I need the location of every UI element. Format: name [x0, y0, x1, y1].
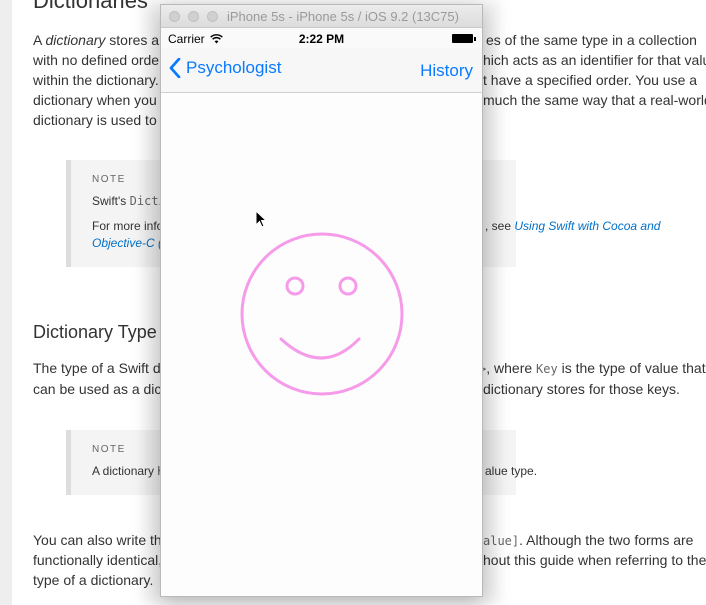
smiley-face-icon	[240, 232, 404, 396]
type-line-1-right: >, where Key is the type of value that	[479, 360, 706, 376]
section-heading-dictionaries: Dictionaries	[33, 0, 148, 13]
window-title: iPhone 5s - iPhone 5s / iOS 9.2 (13C75)	[227, 9, 459, 24]
status-time: 2:22 PM	[298, 32, 345, 46]
intro-line-5: dictionary is used to	[33, 112, 157, 128]
battery-icon	[452, 34, 476, 43]
minimize-window-button[interactable]	[188, 11, 199, 22]
intro-line-1-right: es of the same type in a collection	[486, 32, 697, 48]
intro-line-4: dictionary when you	[33, 92, 157, 108]
left-sidebar-edge	[0, 0, 12, 605]
left-eye	[285, 276, 305, 296]
navigation-bar: Psychologist History	[161, 48, 482, 93]
smile-mouth	[279, 337, 361, 360]
closing-line-1-right: alue]. Although the two forms are	[483, 532, 694, 548]
cocoa-guide-link[interactable]: Using Swift with Cocoa and	[514, 219, 660, 233]
intro-line-2-right: hich acts as an identifier for that valu…	[483, 52, 706, 68]
intro-line-3-right: t have a specified order. You use a	[483, 72, 698, 88]
chevron-left-icon	[169, 58, 181, 78]
right-eye	[338, 276, 358, 296]
window-titlebar[interactable]: iPhone 5s - iPhone 5s / iOS 9.2 (13C75)	[161, 5, 482, 28]
back-button-label: Psychologist	[186, 58, 282, 77]
closing-line-2-right: hout this guide when referring to the	[483, 552, 706, 568]
zoom-window-button[interactable]	[207, 11, 218, 22]
intro-line-3: within the dictionary.	[33, 72, 159, 88]
section-heading-dictionary-type: Dictionary Type	[33, 322, 157, 342]
back-button[interactable]: Psychologist	[169, 58, 281, 78]
mouse-cursor-icon	[255, 210, 267, 228]
history-button[interactable]: History	[420, 61, 473, 81]
simulator-window: iPhone 5s - iPhone 5s / iOS 9.2 (13C75) …	[160, 4, 483, 597]
intro-line-1: A dictionary stores a	[33, 32, 160, 48]
face-outline	[240, 232, 404, 396]
status-bar: Carrier 2:22 PM	[161, 28, 482, 48]
close-window-button[interactable]	[169, 11, 180, 22]
type-line-2-right: dictionary stores for those keys.	[483, 381, 680, 397]
intro-line-4-right: much the same way that a real-world	[483, 92, 706, 108]
note-line-2-right: , see Using Swift with Cocoa and	[485, 219, 661, 233]
note-label: NOTE	[92, 444, 126, 455]
note-label: NOTE	[92, 174, 126, 185]
closing-line-3: type of a dictionary.	[33, 572, 154, 588]
face-view	[161, 93, 482, 596]
